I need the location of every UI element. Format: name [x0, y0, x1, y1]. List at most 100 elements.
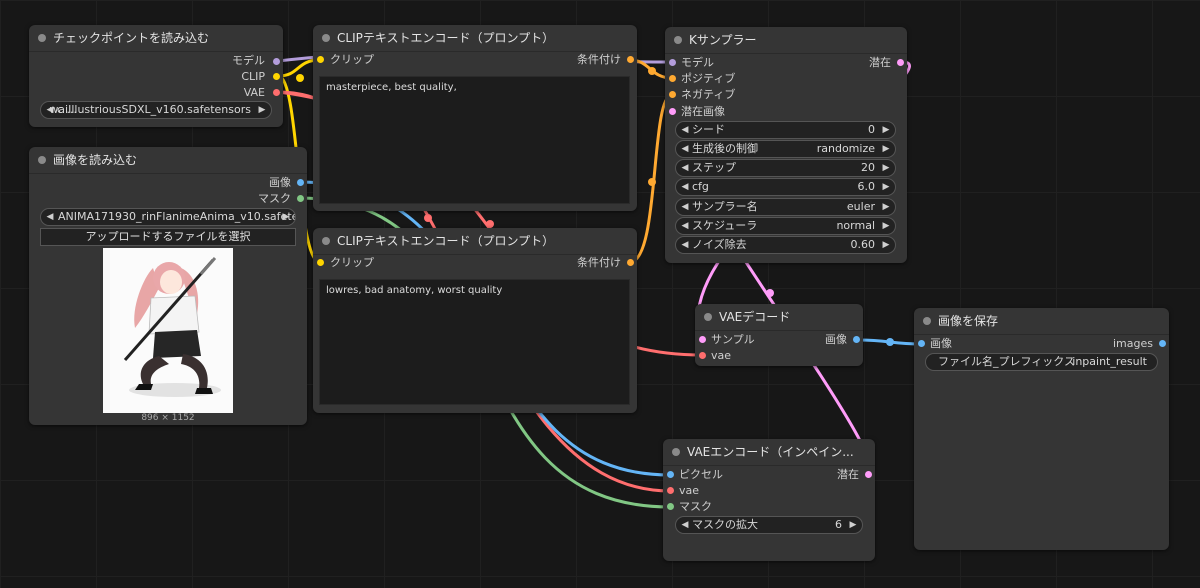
arrow-left-icon[interactable]: ◀: [679, 179, 691, 195]
reroute-dot[interactable]: [648, 67, 656, 75]
arrow-right-icon[interactable]: ▶: [880, 218, 892, 234]
collapse-dot-icon[interactable]: [923, 317, 931, 325]
clip-output-dot-icon[interactable]: [273, 73, 280, 80]
node-checkpoint-loader[interactable]: チェックポイントを読み込む モデル CLIP VAE ◀ c ... waiIl…: [29, 25, 283, 127]
arrow-left-icon[interactable]: ◀: [679, 141, 691, 157]
widget-scheduler[interactable]: ◀ スケジューラ normal ▶: [675, 217, 896, 235]
input-clip[interactable]: クリップ: [330, 255, 374, 271]
arrow-right-icon[interactable]: ▶: [880, 179, 892, 195]
model-input-dot-icon[interactable]: [669, 59, 676, 66]
collapse-dot-icon[interactable]: [672, 448, 680, 456]
image-file-combo[interactable]: ◀ ANIMA171930_rinFlanimeAnima_v10.safete…: [40, 208, 296, 226]
reroute-dot[interactable]: [296, 74, 304, 82]
output-mask[interactable]: マスク: [258, 191, 291, 207]
conditioning-output-dot-icon[interactable]: [627, 56, 634, 63]
input-clip[interactable]: クリップ: [330, 52, 374, 68]
image-output-dot-icon[interactable]: [853, 336, 860, 343]
filename-prefix-input[interactable]: ファイル名_プレフィックス inpaint_result: [925, 353, 1158, 371]
vae-output-dot-icon[interactable]: [273, 89, 280, 96]
image-output-dot-icon[interactable]: [297, 179, 304, 186]
images-input-dot-icon[interactable]: [918, 340, 925, 347]
output-conditioning[interactable]: 条件付け: [577, 52, 621, 68]
images-output-dot-icon[interactable]: [1159, 340, 1166, 347]
input-model[interactable]: モデル: [681, 55, 714, 71]
upload-button[interactable]: アップロードするファイルを選択: [40, 228, 296, 246]
input-mask[interactable]: マスク: [679, 499, 712, 515]
reroute-dot[interactable]: [766, 289, 774, 297]
node-ksampler[interactable]: Kサンプラー モデル 潜在 ポジティブ ネガティブ 潜在画像 ◀ シード 0 ▶ ◀ 生…: [665, 27, 907, 263]
input-vae[interactable]: vae: [711, 348, 731, 364]
arrow-left-icon[interactable]: ◀: [44, 209, 56, 225]
mask-output-dot-icon[interactable]: [297, 195, 304, 202]
node-title[interactable]: 画像を保存: [914, 308, 1169, 335]
collapse-dot-icon[interactable]: [322, 237, 330, 245]
collapse-dot-icon[interactable]: [674, 36, 682, 44]
reroute-dot[interactable]: [424, 214, 432, 222]
node-clip-text-encode-negative[interactable]: CLIPテキストエンコード（プロンプト） クリップ 条件付け lowres, b…: [313, 228, 637, 413]
reroute-dot[interactable]: [886, 338, 894, 346]
reroute-dot[interactable]: [648, 178, 656, 186]
vae-input-dot-icon[interactable]: [667, 487, 674, 494]
negative-input-dot-icon[interactable]: [669, 91, 676, 98]
output-latent[interactable]: 潜在: [869, 55, 891, 71]
node-vae-decode[interactable]: VAEデコード サンプル 画像 vae: [695, 304, 863, 366]
input-pixels[interactable]: ピクセル: [679, 467, 723, 483]
input-positive[interactable]: ポジティブ: [681, 71, 735, 87]
arrow-right-icon[interactable]: ▶: [880, 160, 892, 176]
input-samples[interactable]: サンプル: [711, 332, 755, 348]
collapse-dot-icon[interactable]: [704, 313, 712, 321]
node-clip-text-encode-positive[interactable]: CLIPテキストエンコード（プロンプト） クリップ 条件付け masterpie…: [313, 25, 637, 211]
arrow-left-icon[interactable]: ◀: [679, 237, 691, 253]
node-title[interactable]: チェックポイントを読み込む: [29, 25, 283, 52]
output-vae[interactable]: VAE: [244, 85, 265, 101]
widget-denoise[interactable]: ◀ ノイズ除去 0.60 ▶: [675, 236, 896, 254]
positive-input-dot-icon[interactable]: [669, 75, 676, 82]
pixels-input-dot-icon[interactable]: [667, 471, 674, 478]
node-title[interactable]: Kサンプラー: [665, 27, 907, 54]
output-clip[interactable]: CLIP: [241, 69, 265, 85]
widget-steps[interactable]: ◀ ステップ 20 ▶: [675, 159, 896, 177]
prompt-textarea[interactable]: masterpiece, best quality,: [319, 76, 630, 204]
latent-output-dot-icon[interactable]: [897, 59, 904, 66]
output-latent[interactable]: 潜在: [837, 467, 859, 483]
node-title[interactable]: CLIPテキストエンコード（プロンプト）: [313, 228, 637, 255]
arrow-right-icon[interactable]: ▶: [880, 199, 892, 215]
arrow-left-icon[interactable]: ◀: [679, 517, 691, 533]
model-output-dot-icon[interactable]: [273, 58, 280, 65]
arrow-right-icon[interactable]: ▶: [280, 209, 292, 225]
widget-control-after-generate[interactable]: ◀ 生成後の制御 randomize ▶: [675, 140, 896, 158]
collapse-dot-icon[interactable]: [322, 34, 330, 42]
latent-output-dot-icon[interactable]: [865, 471, 872, 478]
arrow-right-icon[interactable]: ▶: [256, 102, 268, 118]
widget-seed[interactable]: ◀ シード 0 ▶: [675, 121, 896, 139]
output-image[interactable]: 画像: [269, 175, 291, 191]
arrow-right-icon[interactable]: ▶: [880, 141, 892, 157]
widget-grow-mask[interactable]: ◀ マスクの拡大 6 ▶: [675, 516, 863, 534]
arrow-right-icon[interactable]: ▶: [847, 517, 859, 533]
widget-sampler-name[interactable]: ◀ サンプラー名 euler ▶: [675, 198, 896, 216]
arrow-right-icon[interactable]: ▶: [880, 237, 892, 253]
output-model[interactable]: モデル: [232, 53, 265, 69]
widget-cfg[interactable]: ◀ cfg 6.0 ▶: [675, 178, 896, 196]
arrow-left-icon[interactable]: ◀: [679, 160, 691, 176]
node-title[interactable]: VAEデコード: [695, 304, 863, 331]
node-vae-encode-inpaint[interactable]: VAEエンコード（インペイン... ピクセル 潜在 vae マスク ◀ マスクの…: [663, 439, 875, 561]
input-vae[interactable]: vae: [679, 483, 699, 499]
node-load-image[interactable]: 画像を読み込む 画像 マスク ◀ ANIMA171930_rinFlanimeA…: [29, 147, 307, 425]
input-negative[interactable]: ネガティブ: [681, 87, 735, 103]
collapse-dot-icon[interactable]: [38, 156, 46, 164]
mask-input-dot-icon[interactable]: [667, 503, 674, 510]
node-save-image[interactable]: 画像を保存 画像 images ファイル名_プレフィックス inpaint_re…: [914, 308, 1169, 550]
latent-input-dot-icon[interactable]: [669, 108, 676, 115]
arrow-right-icon[interactable]: ▶: [880, 122, 892, 138]
input-images[interactable]: 画像: [930, 336, 952, 352]
arrow-left-icon[interactable]: ◀: [679, 199, 691, 215]
conditioning-output-dot-icon[interactable]: [627, 259, 634, 266]
output-image[interactable]: 画像: [825, 332, 847, 348]
arrow-left-icon[interactable]: ◀: [679, 122, 691, 138]
arrow-left-icon[interactable]: ◀: [679, 218, 691, 234]
vae-input-dot-icon[interactable]: [699, 352, 706, 359]
collapse-dot-icon[interactable]: [38, 34, 46, 42]
clip-input-dot-icon[interactable]: [317, 259, 324, 266]
node-title[interactable]: CLIPテキストエンコード（プロンプト）: [313, 25, 637, 52]
